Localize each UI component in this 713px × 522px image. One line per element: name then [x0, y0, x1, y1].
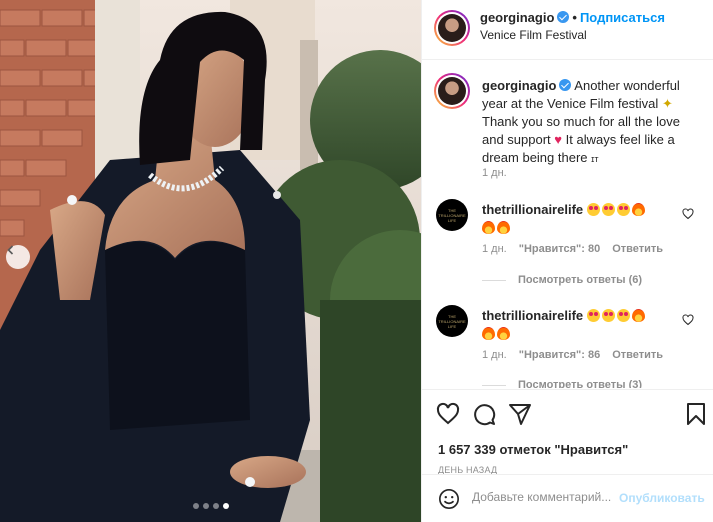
likes-count[interactable]: 1 657 339 отметок "Нравится"	[438, 442, 628, 457]
comment-meta: 1 дн. "Нравится": 86 Ответить	[482, 349, 675, 361]
share-icon[interactable]	[508, 402, 532, 426]
verified-badge-icon	[559, 79, 572, 91]
post-location[interactable]: Venice Film Festival	[480, 28, 587, 42]
fire-emoji-icon	[482, 327, 495, 340]
comment-time[interactable]: 1 дн.	[482, 243, 507, 255]
comments-list[interactable]: georginagio Another wonderful year at th…	[422, 61, 713, 388]
author-username[interactable]: georginagio	[480, 10, 554, 25]
heart-icon[interactable]	[436, 402, 460, 426]
photo-illustration	[0, 0, 421, 522]
header-separator: •	[572, 10, 577, 25]
post-caption: georginagio Another wonderful year at th…	[482, 77, 704, 168]
follow-button[interactable]: Подписаться	[580, 10, 665, 25]
comment-likes[interactable]: "Нравится": 86	[519, 349, 600, 361]
carousel-prev-button[interactable]	[6, 245, 30, 269]
post-side-panel: georginagio • Подписаться Venice Film Fest…	[421, 0, 713, 522]
caption-username[interactable]: georginagio	[482, 78, 556, 93]
comment-time[interactable]: 1 дн.	[482, 349, 507, 361]
post-header: georginagio • Подписаться Venice Film Fest…	[422, 0, 713, 60]
caption-author-avatar[interactable]	[434, 73, 470, 109]
heart-eyes-emoji-icon	[601, 203, 615, 216]
heart-eyes-emoji-icon	[586, 203, 600, 216]
carousel-dots	[193, 503, 229, 509]
comment-icon[interactable]	[472, 402, 496, 426]
author-avatar[interactable]	[434, 10, 470, 46]
red-heart-emoji-icon: ♥	[554, 132, 563, 147]
caption-tail-icon: ɪᴛ	[591, 154, 599, 164]
comment-body: thetrillionairelife	[482, 307, 682, 343]
emoji-smile-icon[interactable]	[438, 488, 460, 510]
comment-body: thetrillionairelife	[482, 201, 682, 237]
carousel-dot[interactable]	[203, 503, 209, 509]
reply-button[interactable]: Ответить	[612, 243, 663, 255]
commenter-username[interactable]: thetrillionairelife	[482, 202, 583, 217]
header-user-line: georginagio • Подписаться	[480, 10, 665, 25]
post-photo[interactable]	[0, 0, 421, 522]
fire-emoji-icon	[497, 327, 510, 340]
comment-input[interactable]	[472, 490, 616, 504]
post-comment-button[interactable]: Опубликовать	[619, 491, 705, 505]
reply-button[interactable]: Ответить	[612, 349, 663, 361]
heart-eyes-emoji-icon	[586, 309, 600, 322]
view-replies-button[interactable]: Посмотреть ответы (3)	[482, 379, 642, 388]
carousel-dot[interactable]	[213, 503, 219, 509]
post-actions: 1 657 339 отметок "Нравится" День назад	[422, 389, 713, 475]
chevron-left-icon	[7, 245, 14, 255]
carousel-dot-active[interactable]	[223, 503, 229, 509]
sparkle-emoji-icon: ✦	[661, 96, 673, 111]
comment-likes[interactable]: "Нравится": 80	[519, 243, 600, 255]
comment-like-heart-icon[interactable]	[682, 314, 694, 326]
heart-eyes-emoji-icon	[601, 309, 615, 322]
bookmark-icon[interactable]	[684, 402, 708, 426]
carousel-dot[interactable]	[193, 503, 199, 509]
comment-like-heart-icon[interactable]	[682, 208, 694, 220]
commenter-avatar[interactable]: THE TRILLIONAIRE LIFE	[436, 199, 468, 231]
heart-eyes-emoji-icon	[616, 203, 630, 216]
fire-emoji-icon	[631, 203, 645, 216]
commenter-avatar[interactable]: THE TRILLIONAIRE LIFE	[436, 305, 468, 337]
heart-eyes-emoji-icon	[616, 309, 630, 322]
fire-emoji-icon	[497, 221, 510, 234]
fire-emoji-icon	[631, 309, 645, 322]
view-replies-button[interactable]: Посмотреть ответы (6)	[482, 274, 642, 286]
fire-emoji-icon	[482, 221, 495, 234]
add-comment-bar: Опубликовать	[422, 474, 713, 522]
commenter-username[interactable]: thetrillionairelife	[482, 308, 583, 323]
comment-meta: 1 дн. "Нравится": 80 Ответить	[482, 243, 675, 255]
caption-time[interactable]: 1 дн.	[482, 167, 507, 179]
verified-badge-icon	[557, 11, 570, 23]
